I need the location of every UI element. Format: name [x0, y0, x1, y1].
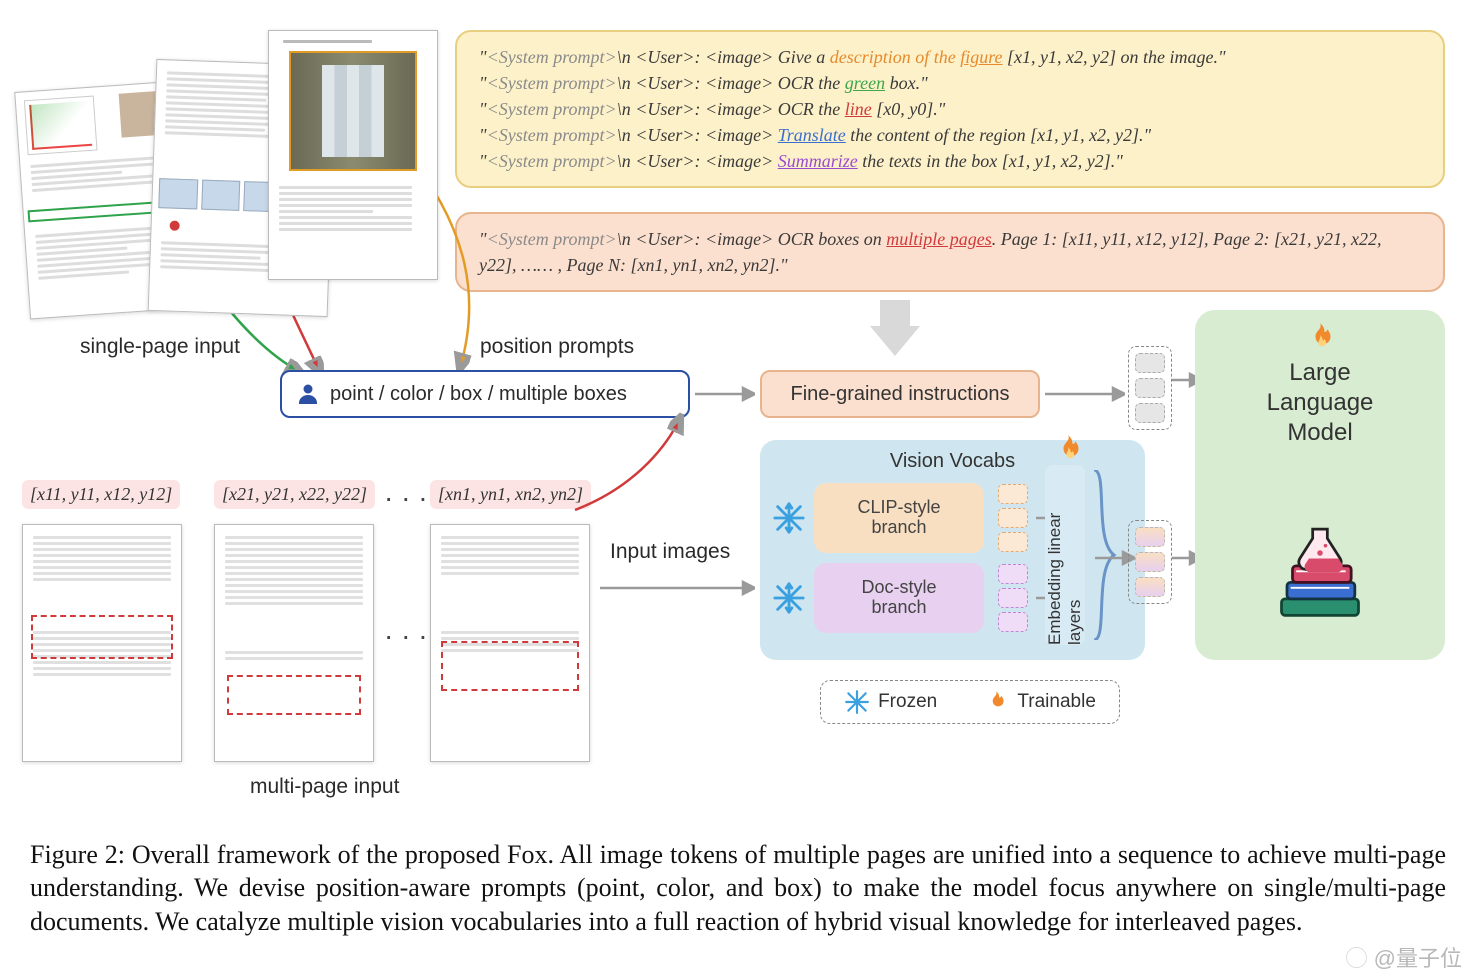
embedding-linear-layers: Embedding linear layers [1045, 465, 1085, 645]
snowflake-icon [844, 689, 870, 715]
llm-label-2: Language [1267, 388, 1374, 418]
dots-icon: · · · [384, 620, 428, 652]
mp-page-1 [22, 524, 182, 762]
fine-grained-instructions: Fine-grained instructions [760, 370, 1040, 418]
vision-token-stack [1128, 520, 1172, 604]
user-icon [296, 382, 320, 406]
clip-branch: CLIP-style branch [814, 483, 984, 553]
vision-vocabs-panel: Vision Vocabs CLIP-style branch [760, 440, 1145, 660]
mp-page-n [430, 524, 590, 762]
doc-branch: Doc-style branch [814, 563, 984, 633]
snowflake-icon [772, 581, 806, 615]
llm-panel: Large Language Model [1195, 310, 1445, 660]
mp-coord-2: [x21, y21, x22, y22] [214, 480, 375, 509]
watermark: ◯ @量子位 [1346, 941, 1462, 973]
curve-mp-to-pos [520, 400, 720, 540]
page-thumb-3 [268, 30, 438, 280]
llm-label-3: Model [1287, 418, 1352, 448]
arrow-input-images [600, 578, 755, 602]
down-arrow-icon [870, 300, 920, 356]
diagram-canvas: "<System prompt>\n <User>: <image> Give … [0, 0, 1476, 820]
arrow-fg-to-tokens [1045, 384, 1125, 408]
flame-icon [983, 689, 1009, 715]
input-images-label: Input images [610, 540, 730, 564]
doc-tokens [998, 564, 1028, 632]
legend-frozen: Frozen [878, 691, 937, 713]
multi-page-label: multi-page input [250, 775, 399, 799]
fine-grained-label: Fine-grained instructions [791, 383, 1010, 406]
snowflake-icon [772, 501, 806, 535]
mp-page-2 [214, 524, 374, 762]
position-prompts-label: position prompts [480, 335, 634, 359]
llm-logo-icon [1265, 520, 1375, 630]
llm-label-1: Large [1289, 358, 1350, 388]
flame-icon [1302, 320, 1338, 356]
clip-tokens [998, 484, 1028, 552]
figure-caption: Figure 2: Overall framework of the propo… [30, 838, 1446, 938]
legend: Frozen Trainable [820, 680, 1120, 724]
dots-icon: · · · [384, 482, 428, 514]
flame-icon [1050, 432, 1086, 468]
legend-trainable: Trainable [1017, 691, 1096, 713]
mp-coord-1: [x11, y11, x12, y12] [22, 480, 180, 509]
fg-token-stack [1128, 346, 1172, 430]
